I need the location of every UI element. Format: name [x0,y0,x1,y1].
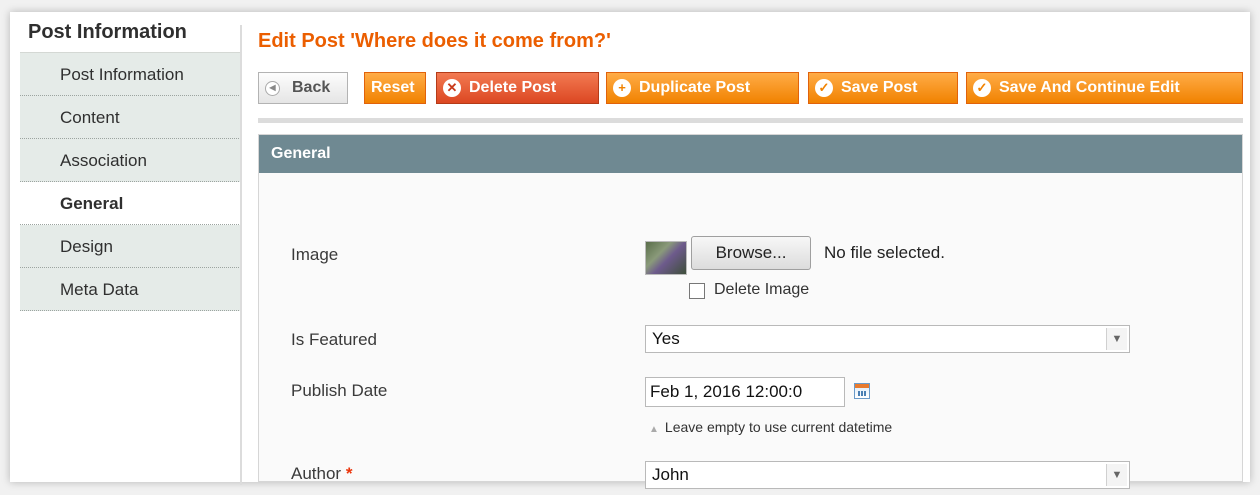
reset-button[interactable]: Reset [364,72,426,104]
chevron-down-icon: ▼ [1106,328,1127,350]
chevron-down-icon: ▼ [1106,464,1127,486]
fieldset-body: Image Browse... No file selected. Delete… [259,173,1242,489]
page-title: Edit Post 'Where does it come from?' [258,30,611,52]
required-mark: * [345,464,353,483]
checkmark-icon: ✓ [815,79,833,97]
sidebar-item-association[interactable]: Association [20,139,241,182]
browse-button[interactable]: Browse... [691,236,811,270]
arrow-left-icon: ◀ [265,80,280,96]
general-fieldset: General Image Browse... No file selected… [258,134,1243,489]
author-select[interactable]: John ▼ [645,461,1130,489]
author-value: John [652,465,689,484]
image-label: Image [291,245,339,264]
delete-image-checkbox[interactable] [689,283,705,299]
sidebar-item-design[interactable]: Design [20,225,241,268]
sidebar-item-meta-data[interactable]: Meta Data [20,268,241,311]
is-featured-select[interactable]: Yes ▼ [645,325,1130,353]
toolbar: ◀ Back Reset ✕ Delete Post + Duplicate P… [258,72,1243,106]
delete-post-label: Delete Post [469,79,557,96]
sidebar-item-content[interactable]: Content [20,96,241,139]
publish-date-label: Publish Date [291,381,388,400]
file-status-text: No file selected. [824,243,945,262]
reset-label: Reset [371,79,415,96]
save-post-label: Save Post [841,79,918,96]
author-label-text: Author [291,464,342,483]
plus-circle-icon: + [613,79,631,97]
author-label: Author * [291,464,352,484]
publish-date-input[interactable]: Feb 1, 2016 12:00:0 [645,377,845,407]
delete-post-button[interactable]: ✕ Delete Post [436,72,599,104]
save-and-continue-button[interactable]: ✓ Save And Continue Edit [966,72,1243,104]
sidebar-tabs: Post Information Content Association Gen… [20,52,241,311]
save-post-button[interactable]: ✓ Save Post [808,72,958,104]
toolbar-divider [258,118,1243,123]
sidebar-divider [240,25,242,485]
sidebar-title: Post Information [28,21,187,43]
duplicate-post-label: Duplicate Post [639,79,751,96]
x-circle-icon: ✕ [443,79,461,97]
is-featured-label: Is Featured [291,330,377,349]
sidebar-item-general[interactable]: General [20,182,241,225]
is-featured-value: Yes [652,329,680,348]
fieldset-title: General [259,135,1242,173]
delete-image-label: Delete Image [714,281,810,298]
publish-date-hint: ▲ Leave empty to use current datetime [649,419,892,435]
checkmark-icon: ✓ [973,79,991,97]
publish-date-hint-text: Leave empty to use current datetime [664,419,893,435]
sidebar-item-post-information[interactable]: Post Information [20,53,241,96]
triangle-up-icon: ▲ [649,424,659,435]
back-button[interactable]: ◀ Back [258,72,348,104]
sidebar: Post Information Post Information Conten… [20,16,241,311]
back-label: Back [292,79,331,96]
save-and-continue-label: Save And Continue Edit [999,79,1180,96]
duplicate-post-button[interactable]: + Duplicate Post [606,72,799,104]
calendar-icon[interactable] [854,383,870,399]
image-thumbnail[interactable] [645,241,687,275]
